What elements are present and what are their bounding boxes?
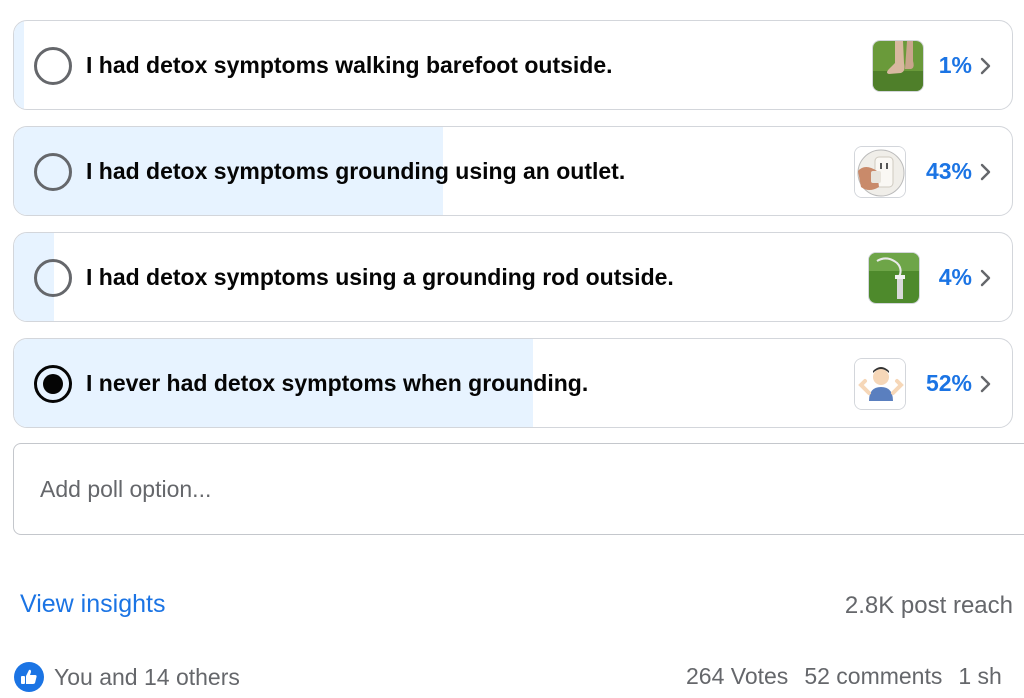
reactions-summary[interactable]: You and 14 others: [14, 660, 240, 694]
poll-option-3-percent: 4%: [938, 264, 972, 290]
poll-option-2-label: I had detox symptoms grounding using an …: [86, 158, 626, 184]
grounding-rod-in-grass-thumbnail: [868, 252, 920, 304]
chevron-right-icon[interactable]: [980, 375, 992, 393]
poll-option-1[interactable]: I had detox symptoms walking barefoot ou…: [13, 20, 1013, 110]
post-reach: 2.8K post reach: [844, 592, 1013, 619]
poll-option-2[interactable]: I had detox symptoms grounding using an …: [13, 126, 1013, 216]
post-stats: 264 Votes 52 comments 1 sh: [686, 663, 1018, 690]
poll-option-3-label: I had detox symptoms using a grounding r…: [86, 264, 674, 290]
shares-count[interactable]: 1 sh: [958, 663, 1001, 689]
likes-text: You and 14 others: [54, 663, 240, 690]
poll-option-1-label: I had detox symptoms walking barefoot ou…: [86, 52, 613, 78]
add-poll-option-input[interactable]: [40, 444, 940, 534]
poll-option-4[interactable]: I never had detox symptoms when groundin…: [13, 338, 1013, 428]
add-poll-option-field[interactable]: [13, 443, 1024, 535]
thumbs-up-icon: [14, 662, 44, 692]
poll-option-1-percent: 1%: [938, 52, 972, 78]
votes-count[interactable]: 264 Votes: [686, 663, 788, 689]
person-shrugging-emoji-thumbnail: [854, 358, 906, 410]
bare-feet-on-grass-thumbnail: [872, 40, 924, 92]
poll-option-4-radio-selected[interactable]: [34, 365, 72, 403]
poll-option-4-label: I never had detox symptoms when groundin…: [86, 370, 589, 396]
poll-option-3[interactable]: I had detox symptoms using a grounding r…: [13, 232, 1013, 322]
poll-option-1-result-bar: [14, 21, 24, 109]
poll-option-4-percent: 52%: [925, 370, 972, 396]
comments-count[interactable]: 52 comments: [804, 663, 942, 689]
wall-outlet-plug-thumbnail: [854, 146, 906, 198]
chevron-right-icon[interactable]: [980, 163, 992, 181]
poll-option-3-radio[interactable]: [34, 259, 72, 297]
poll-option-2-percent: 43%: [925, 158, 972, 184]
chevron-right-icon[interactable]: [980, 269, 992, 287]
view-insights-link[interactable]: View insights: [20, 590, 165, 619]
poll-option-2-radio[interactable]: [34, 153, 72, 191]
chevron-right-icon[interactable]: [980, 57, 992, 75]
poll-option-1-radio[interactable]: [34, 47, 72, 85]
